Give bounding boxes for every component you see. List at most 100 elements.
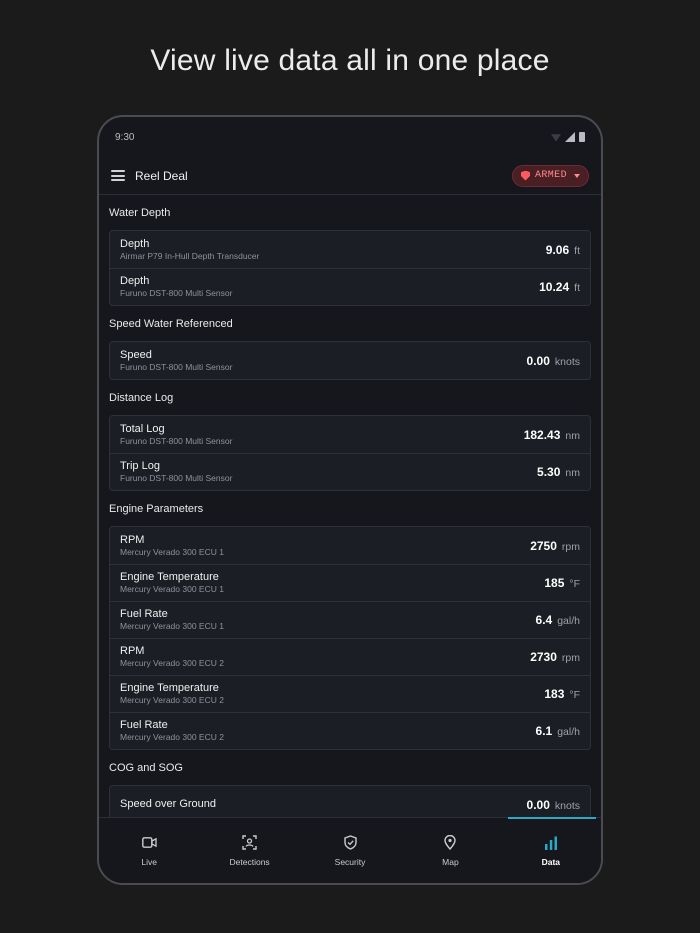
row-source: Airmar P79 In-Hull Depth Transducer	[120, 250, 260, 261]
map-pin-icon	[442, 835, 458, 851]
row-text: Engine Temperature Mercury Verado 300 EC…	[120, 682, 224, 706]
row-label: Depth	[120, 237, 150, 250]
row-reading: 5.30 nm	[537, 465, 580, 479]
data-row[interactable]: Fuel Rate Mercury Verado 300 ECU 1 6.4 g…	[110, 601, 590, 638]
row-text: Total Log Furuno DST-800 Multi Sensor	[120, 423, 232, 447]
row-value: 6.4	[535, 613, 553, 627]
row-reading: 0.00 knots	[527, 798, 580, 812]
row-unit: gal/h	[557, 726, 580, 738]
row-text: Fuel Rate Mercury Verado 300 ECU 1	[120, 608, 224, 632]
data-row[interactable]: Engine Temperature Mercury Verado 300 EC…	[110, 564, 590, 601]
row-unit: °F	[569, 689, 580, 701]
row-value: 6.1	[535, 724, 553, 738]
section-title: Speed Water Referenced	[109, 318, 233, 330]
row-value: 185	[544, 576, 565, 590]
status-bar: 9:30	[99, 117, 601, 157]
row-source: Mercury Verado 300 ECU 2	[120, 732, 224, 742]
device-frame: 9:30 Reel Deal ARMED Water Depth Depth A…	[97, 115, 603, 885]
data-row[interactable]: Speed over Ground 0.00 knots	[110, 786, 590, 820]
row-reading: 182.43 nm	[524, 428, 580, 442]
nav-detections[interactable]: Detections	[199, 818, 299, 883]
row-reading: 6.1 gal/h	[536, 724, 580, 738]
face-detection-icon	[242, 835, 258, 851]
row-reading: 0.00 knots	[527, 354, 580, 368]
row-value: 2730	[530, 650, 557, 664]
bottom-navigation: Live Detections Security Map Data	[99, 817, 601, 883]
data-row[interactable]: RPM Mercury Verado 300 ECU 1 2750 rpm	[110, 527, 590, 564]
row-label: Trip Log	[120, 460, 160, 472]
row-text: Depth Airmar P79 In-Hull Depth Transduce…	[120, 238, 259, 262]
row-source: Furuno DST-800 Multi Sensor	[120, 361, 233, 372]
armed-label: ARMED	[534, 170, 567, 181]
row-label: Total Log	[120, 422, 165, 435]
row-reading: 2730 rpm	[530, 650, 580, 664]
data-row[interactable]: Total Log Furuno DST-800 Multi Sensor 18…	[110, 416, 590, 453]
data-row[interactable]: Depth Airmar P79 In-Hull Depth Transduce…	[110, 231, 590, 268]
nav-label: Detections	[229, 856, 270, 867]
row-unit: gal/h	[557, 615, 580, 627]
row-label: Speed	[120, 348, 152, 361]
row-reading: 10.24 ft	[539, 280, 580, 294]
nav-data[interactable]: Data	[501, 817, 601, 883]
row-text: RPM Mercury Verado 300 ECU 1	[120, 534, 224, 558]
row-source: Furuno DST-800 Multi Sensor	[120, 288, 233, 298]
headline: View live data all in one place	[150, 44, 550, 77]
section-card: RPM Mercury Verado 300 ECU 1 2750 rpm En…	[109, 526, 591, 750]
row-source: Mercury Verado 300 ECU 2	[120, 695, 224, 705]
row-text: RPM Mercury Verado 300 ECU 2	[120, 645, 224, 669]
row-label: Engine Temperature	[120, 682, 219, 694]
data-row[interactable]: Trip Log Furuno DST-800 Multi Sensor 5.3…	[110, 453, 590, 490]
cell-signal-icon	[565, 132, 575, 142]
nav-label: Live	[141, 856, 157, 867]
data-row[interactable]: Fuel Rate Mercury Verado 300 ECU 2 6.1 g…	[110, 712, 590, 749]
data-list[interactable]: Water Depth Depth Airmar P79 In-Hull Dep…	[99, 196, 601, 820]
vessel-title: Reel Deal	[135, 168, 188, 183]
row-text: Trip Log Furuno DST-800 Multi Sensor	[120, 460, 232, 484]
section-card: Depth Airmar P79 In-Hull Depth Transduce…	[109, 230, 591, 306]
data-row[interactable]: Depth Furuno DST-800 Multi Sensor 10.24 …	[110, 268, 590, 305]
shield-icon	[520, 170, 530, 181]
row-unit: knots	[554, 799, 580, 812]
row-source: Furuno DST-800 Multi Sensor	[120, 473, 233, 483]
row-source: Mercury Verado 300 ECU 2	[120, 658, 224, 668]
row-text: Fuel Rate Mercury Verado 300 ECU 2	[120, 719, 224, 743]
row-value: 10.24	[539, 280, 570, 294]
section-title: Engine Parameters	[109, 503, 204, 515]
section-card: Total Log Furuno DST-800 Multi Sensor 18…	[109, 415, 591, 491]
row-label: Depth	[120, 275, 150, 287]
status-icons	[551, 132, 585, 142]
row-value: 182.43	[523, 427, 561, 442]
bar-chart-icon	[543, 835, 559, 851]
armed-status-button[interactable]: ARMED	[511, 164, 589, 187]
nav-map[interactable]: Map	[400, 818, 500, 883]
row-value: 0.00	[526, 353, 550, 368]
row-reading: 185 °F	[544, 576, 580, 590]
row-text: Engine Temperature Mercury Verado 300 EC…	[120, 571, 224, 595]
section-card: Speed over Ground 0.00 knots	[109, 785, 591, 820]
wifi-icon	[551, 134, 561, 142]
row-unit: °F	[569, 578, 580, 590]
row-source: Mercury Verado 300 ECU 1	[120, 621, 224, 631]
section-title: Water Depth	[109, 207, 171, 219]
row-unit: nm	[565, 467, 580, 479]
nav-label: Map	[442, 856, 459, 867]
data-row[interactable]: Engine Temperature Mercury Verado 300 EC…	[110, 675, 590, 712]
row-value: 183	[544, 687, 565, 701]
row-value: 2750	[530, 538, 557, 553]
battery-icon	[579, 132, 585, 142]
nav-live[interactable]: Live	[99, 818, 199, 883]
data-row[interactable]: Speed Furuno DST-800 Multi Sensor 0.00 k…	[110, 342, 590, 379]
row-reading: 2750 rpm	[530, 539, 580, 553]
section-card: Speed Furuno DST-800 Multi Sensor 0.00 k…	[109, 341, 591, 380]
row-label: Fuel Rate	[120, 608, 168, 620]
menu-icon[interactable]	[111, 170, 125, 181]
active-tab-indicator	[507, 817, 597, 819]
row-label: Fuel Rate	[120, 719, 168, 731]
data-row[interactable]: RPM Mercury Verado 300 ECU 2 2730 rpm	[110, 638, 590, 675]
nav-security[interactable]: Security	[300, 818, 400, 883]
row-value: 9.06	[545, 242, 570, 257]
row-unit: nm	[565, 429, 580, 442]
nav-label: Data	[541, 856, 561, 867]
row-label: RPM	[120, 533, 145, 546]
chevron-down-icon	[574, 173, 580, 178]
